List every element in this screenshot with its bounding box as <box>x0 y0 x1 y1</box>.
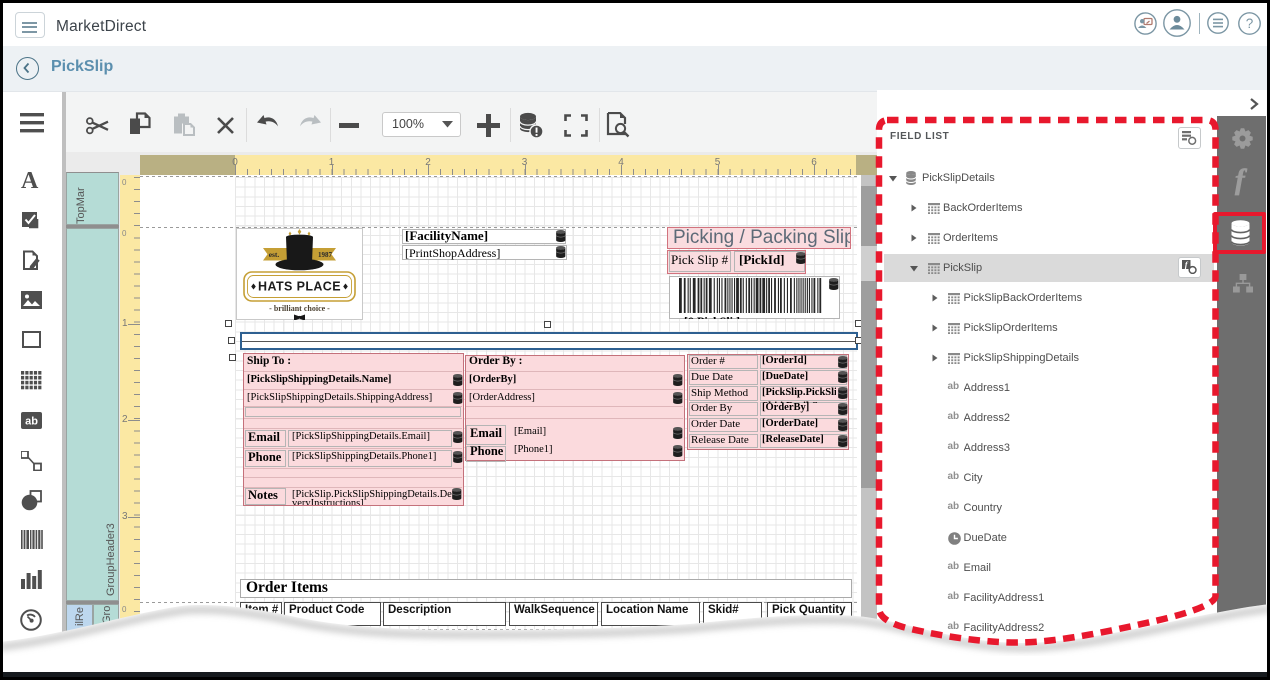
svg-text:ab: ab <box>25 416 38 428</box>
svg-text:est.: est. <box>269 250 280 259</box>
svg-text:- brilliant choice -: - brilliant choice - <box>269 304 330 313</box>
svg-text:HATS PLACE: HATS PLACE <box>258 280 341 294</box>
svg-text:1987: 1987 <box>318 251 333 259</box>
svg-text:?: ? <box>1246 16 1254 31</box>
